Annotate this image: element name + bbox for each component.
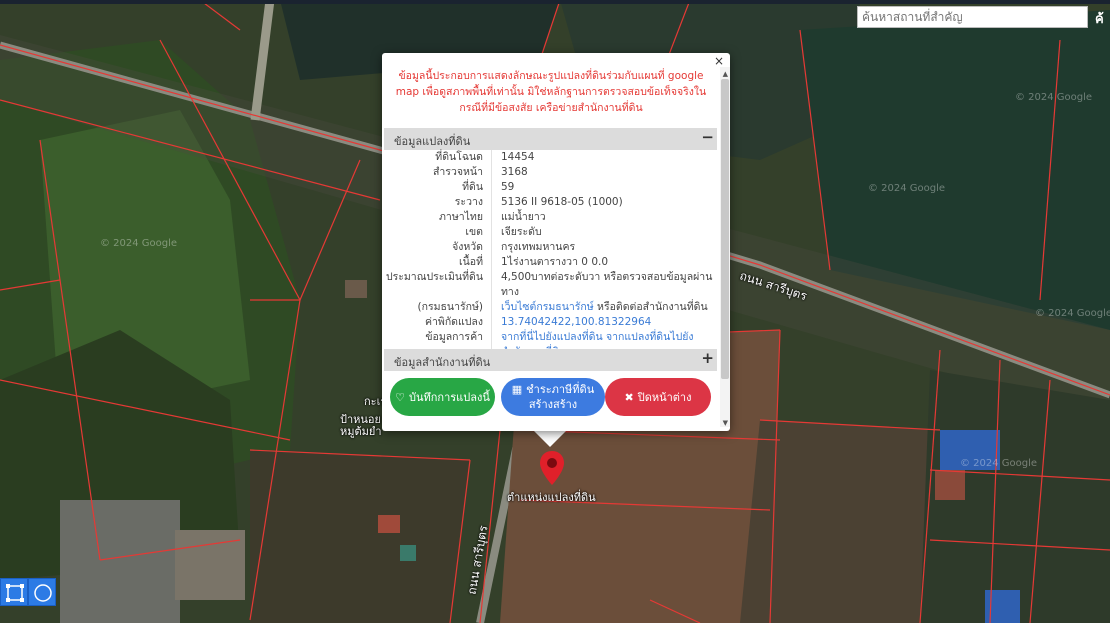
row-label: ระวาง	[384, 195, 492, 210]
row-value: 14454	[501, 151, 535, 163]
pay-button-text: ▦ ชำระภาษีที่ดิน สร้างสร้าง	[512, 382, 594, 412]
row-value: 4,500บาทต่อระดับวา หรือตรวจสอบข้อมูลผ่าน…	[501, 271, 713, 298]
row-label: ที่ดินโฉนด	[384, 150, 492, 165]
scroll-up-icon[interactable]: ▲	[723, 70, 728, 78]
pay-button-label-line1: ชำระภาษีที่ดิน	[526, 383, 595, 396]
scrollbar-thumb[interactable]	[721, 79, 729, 379]
directions-link[interactable]: จากที่นี่ไปยังแปลงที่ดิน จากแปลงที่ดินไป…	[501, 331, 694, 343]
search-button[interactable]: ค้	[1095, 8, 1104, 29]
search-input[interactable]	[857, 6, 1088, 28]
parcel-info-popup: × ▲ ▼ ข้อมูลนี้ประกอบการแสดงลักษณะรูปแปล…	[382, 53, 730, 431]
section-title: ข้อมูลแปลงที่ดิน	[394, 135, 471, 148]
save-button-label: บันทึกการแปลงนี้	[409, 390, 490, 404]
row-value-text: หรือติดต่อสำนักงานที่ดิน	[597, 301, 708, 313]
circle-draw-icon[interactable]	[28, 578, 56, 606]
row-label: ภาษาไทย	[384, 210, 492, 225]
heart-icon: ♡	[395, 390, 405, 404]
row-label: ข้อมูลการค้า	[384, 330, 492, 345]
table-row: สำรวจหน้า 3168	[384, 165, 717, 180]
row-value: 3168	[501, 166, 528, 178]
row-value: กรุงเทพมหานคร	[501, 241, 576, 253]
disclaimer-text: ข้อมูลนี้ประกอบการแสดงลักษณะรูปแปลงที่ดิ…	[395, 70, 707, 114]
table-row: ภาษาไทย แม่น้ำยาว	[384, 210, 717, 225]
row-value: 5136 II 9618-05 (1000)	[501, 196, 623, 208]
row-value: จากที่นี่ไปยังแปลงที่ดิน จากแปลงที่ดินไป…	[492, 330, 694, 345]
close-icon[interactable]: ×	[714, 54, 724, 68]
square-draw-icon[interactable]	[0, 578, 28, 606]
table-row: ค่าพิกัดแปลง 13.74042422,100.81322964	[384, 315, 717, 330]
close-icon: ✖	[624, 390, 634, 404]
map-watermark: © 2024 Google	[1015, 92, 1093, 103]
row-value: เว็บไซต์กรมธนารักษ์ หรือติดต่อสำนักงานที…	[492, 300, 708, 315]
row-value: 1ไร่งานตารางวา 0 0.0	[501, 256, 609, 268]
table-row: ที่ดิน 59	[384, 180, 717, 195]
collapse-icon[interactable]: −	[701, 128, 714, 146]
row-label: สำรวจหน้า	[384, 165, 492, 180]
marker-label: ตำแหน่งแปลงที่ดิน	[507, 491, 596, 504]
row-label: เขต	[384, 225, 492, 240]
popup-tail	[533, 430, 567, 447]
scroll-down-icon[interactable]: ▼	[723, 419, 728, 427]
table-row: เขต เจียระดับ	[384, 225, 717, 240]
row-label: ประมาณประเมินที่ดิน	[384, 270, 492, 300]
section-header-parcel[interactable]: ข้อมูลแปลงที่ดิน −	[384, 128, 717, 150]
table-row: ที่ดินโฉนด 14454	[384, 150, 717, 165]
row-label: (กรมธนารักษ์)	[384, 300, 492, 315]
map-watermark: © 2024 Google	[960, 458, 1038, 469]
map-watermark: © 2024 Google	[1035, 308, 1110, 319]
pay-button-label-line2: สร้างสร้าง	[528, 398, 578, 411]
pay-land-tax-button[interactable]: ▦ ชำระภาษีที่ดิน สร้างสร้าง	[501, 378, 605, 416]
row-label: จังหวัด	[384, 240, 492, 255]
map-watermark: © 2024 Google	[100, 238, 178, 249]
row-value: เจียระดับ	[501, 226, 542, 238]
row-label: ค่าพิกัดแปลง	[384, 315, 492, 330]
close-button-label: ปิดหน้าต่าง	[637, 390, 692, 404]
place-label: หมูต้มยำ	[340, 425, 382, 438]
save-parcel-button[interactable]: ♡ บันทึกการแปลงนี้	[390, 378, 495, 416]
coordinates-link[interactable]: 13.74042422,100.81322964	[501, 316, 651, 328]
section-title: ข้อมูลสำนักงานที่ดิน	[394, 356, 491, 369]
table-row: เนื้อที่ 1ไร่งานตารางวา 0 0.0	[384, 255, 717, 270]
treasury-website-link[interactable]: เว็บไซต์กรมธนารักษ์	[501, 301, 594, 313]
top-bar	[0, 0, 1110, 4]
expand-icon[interactable]: +	[701, 349, 714, 367]
table-row: ข้อมูลการค้า จากที่นี่ไปยังแปลงที่ดิน จา…	[384, 330, 717, 345]
row-label: เนื้อที่	[384, 255, 492, 270]
table-row: (กรมธนารักษ์) เว็บไซต์กรมธนารักษ์ หรือติ…	[384, 300, 717, 315]
close-window-button[interactable]: ✖ ปิดหน้าต่าง	[605, 378, 711, 416]
location-marker-icon[interactable]	[538, 450, 566, 486]
parcel-info-table: ที่ดินโฉนด 14454 สำรวจหน้า 3168 ที่ดิน 5…	[384, 150, 717, 360]
table-row: ประมาณประเมินที่ดิน 4,500บาทต่อระดับวา ห…	[384, 270, 717, 300]
qr-code-icon: ▦	[511, 383, 523, 396]
table-row: จังหวัด กรุงเทพมหานคร	[384, 240, 717, 255]
map-watermark: © 2024 Google	[868, 183, 946, 194]
row-value: 13.74042422,100.81322964	[492, 315, 651, 330]
section-header-office[interactable]: ข้อมูลสำนักงานที่ดิน +	[384, 349, 717, 371]
table-row: ระวาง 5136 II 9618-05 (1000)	[384, 195, 717, 210]
row-value: แม่น้ำยาว	[501, 211, 546, 223]
row-label: ที่ดิน	[384, 180, 492, 195]
row-value: 59	[501, 181, 515, 193]
